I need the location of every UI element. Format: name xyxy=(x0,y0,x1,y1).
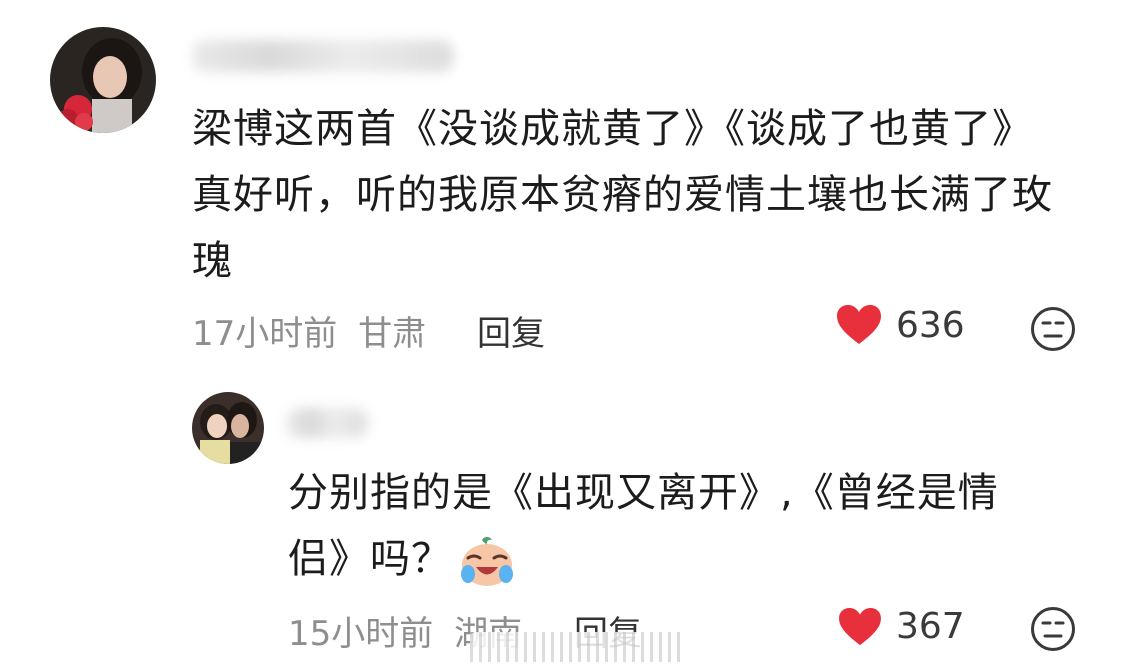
reply-like-button[interactable]: 367 xyxy=(838,606,965,647)
avatar-photo-icon xyxy=(192,392,264,464)
reply-like-count: 367 xyxy=(896,606,965,647)
comment-meta: 17小时前 甘肃 xyxy=(192,306,426,355)
commenter-username-blurred[interactable] xyxy=(192,40,454,72)
reply-dislike-face-icon[interactable] xyxy=(1030,606,1076,656)
comment-location: 甘肃 xyxy=(358,314,427,354)
watermark-overlay xyxy=(470,632,680,662)
reply-button[interactable]: 回复 xyxy=(477,306,545,355)
heart-icon xyxy=(837,305,881,344)
reply-time: 15小时前 xyxy=(288,614,434,654)
comment-time: 17小时前 xyxy=(192,314,338,354)
reply-text-content: 分别指的是《出现又离开》,《曾经是情侣》吗？ xyxy=(288,470,999,582)
reply-commenter-avatar[interactable] xyxy=(192,392,264,464)
commenter-avatar[interactable] xyxy=(50,27,156,133)
like-button[interactable]: 636 xyxy=(836,304,965,346)
dislike-face-icon[interactable] xyxy=(1030,306,1076,356)
comment-text: 梁博这两首《没谈成就黄了》《谈成了也黄了》真好听，听的我原本贫瘠的爱情土壤也长满… xyxy=(192,106,1053,284)
crying-laughing-emoji-icon xyxy=(461,537,513,586)
avatar-photo-icon xyxy=(50,27,156,133)
heart-icon xyxy=(839,607,881,645)
like-count: 636 xyxy=(896,304,965,346)
reply-comment-text: 分别指的是《出现又离开》,《曾经是情侣》吗？ xyxy=(288,460,1048,592)
reply-username-blurred[interactable] xyxy=(286,408,368,438)
